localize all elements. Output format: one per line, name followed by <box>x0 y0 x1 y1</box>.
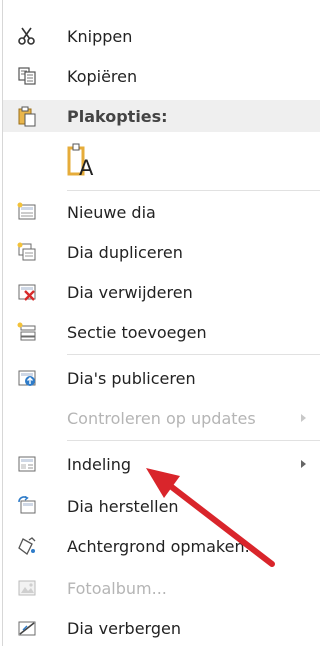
separator <box>67 190 320 191</box>
cut-label: Knippen <box>67 26 133 46</box>
reset-slide-icon <box>16 495 38 517</box>
delete-slide-icon <box>16 281 38 303</box>
menu-item-copy[interactable]: Kopiëren <box>3 62 320 90</box>
format-background-label: Achtergrond opmaken... <box>67 536 260 556</box>
delete-slide-label: Dia verwijderen <box>67 282 193 302</box>
publish-slides-label: Dia's publiceren <box>67 368 196 388</box>
menu-item-check-updates: Controleren op updates <box>3 404 320 432</box>
menu-item-delete-slide[interactable]: Dia verwijderen <box>3 278 320 306</box>
hide-slide-icon <box>16 617 38 639</box>
chevron-right-icon <box>301 460 306 468</box>
copy-label: Kopiëren <box>67 66 138 86</box>
menu-item-cut[interactable]: Knippen <box>3 22 320 50</box>
paste-keep-text-icon: A <box>67 142 97 180</box>
paste-options-label: Plakopties: <box>67 106 168 126</box>
paste-keep-text-button[interactable]: A <box>3 138 320 182</box>
duplicate-slide-icon <box>16 241 38 263</box>
new-slide-icon <box>16 201 38 223</box>
separator <box>67 440 320 441</box>
paste-option-glyph: A <box>79 156 94 180</box>
copy-icon <box>16 65 38 87</box>
menu-item-duplicate-slide[interactable]: Dia dupliceren <box>3 238 320 266</box>
add-section-icon <box>16 321 38 343</box>
add-section-label: Sectie toevoegen <box>67 322 207 342</box>
clipboard-icon <box>16 105 38 127</box>
hide-slide-label: Dia verbergen <box>67 618 181 638</box>
check-updates-label: Controleren op updates <box>67 408 256 428</box>
menu-item-add-section[interactable]: Sectie toevoegen <box>3 318 320 346</box>
menu-item-reset-slide[interactable]: Dia herstellen <box>3 492 320 520</box>
menu-item-format-background[interactable]: Achtergrond opmaken... <box>3 532 320 560</box>
separator <box>67 354 320 355</box>
format-background-icon <box>16 535 38 557</box>
chevron-right-icon <box>301 414 306 422</box>
menu-item-photo-album: Fotoalbum... <box>3 574 320 602</box>
photo-album-label: Fotoalbum... <box>67 578 167 598</box>
menu-item-hide-slide[interactable]: Dia verbergen <box>3 614 320 642</box>
menu-item-layout[interactable]: Indeling <box>3 450 320 478</box>
layout-icon <box>16 453 38 475</box>
photo-album-icon <box>16 577 38 599</box>
menu-item-publish-slides[interactable]: Dia's publiceren <box>3 364 320 392</box>
paste-options-header: Plakopties: <box>3 100 320 132</box>
layout-label: Indeling <box>67 454 132 474</box>
menu-item-new-slide[interactable]: Nieuwe dia <box>3 198 320 226</box>
context-menu: Knippen Kopiëren Plakopties: A Nieuwe di… <box>2 0 320 646</box>
scissors-icon <box>16 25 38 47</box>
publish-slides-icon <box>16 367 38 389</box>
reset-slide-label: Dia herstellen <box>67 496 179 516</box>
new-slide-label: Nieuwe dia <box>67 202 156 222</box>
duplicate-slide-label: Dia dupliceren <box>67 242 183 262</box>
